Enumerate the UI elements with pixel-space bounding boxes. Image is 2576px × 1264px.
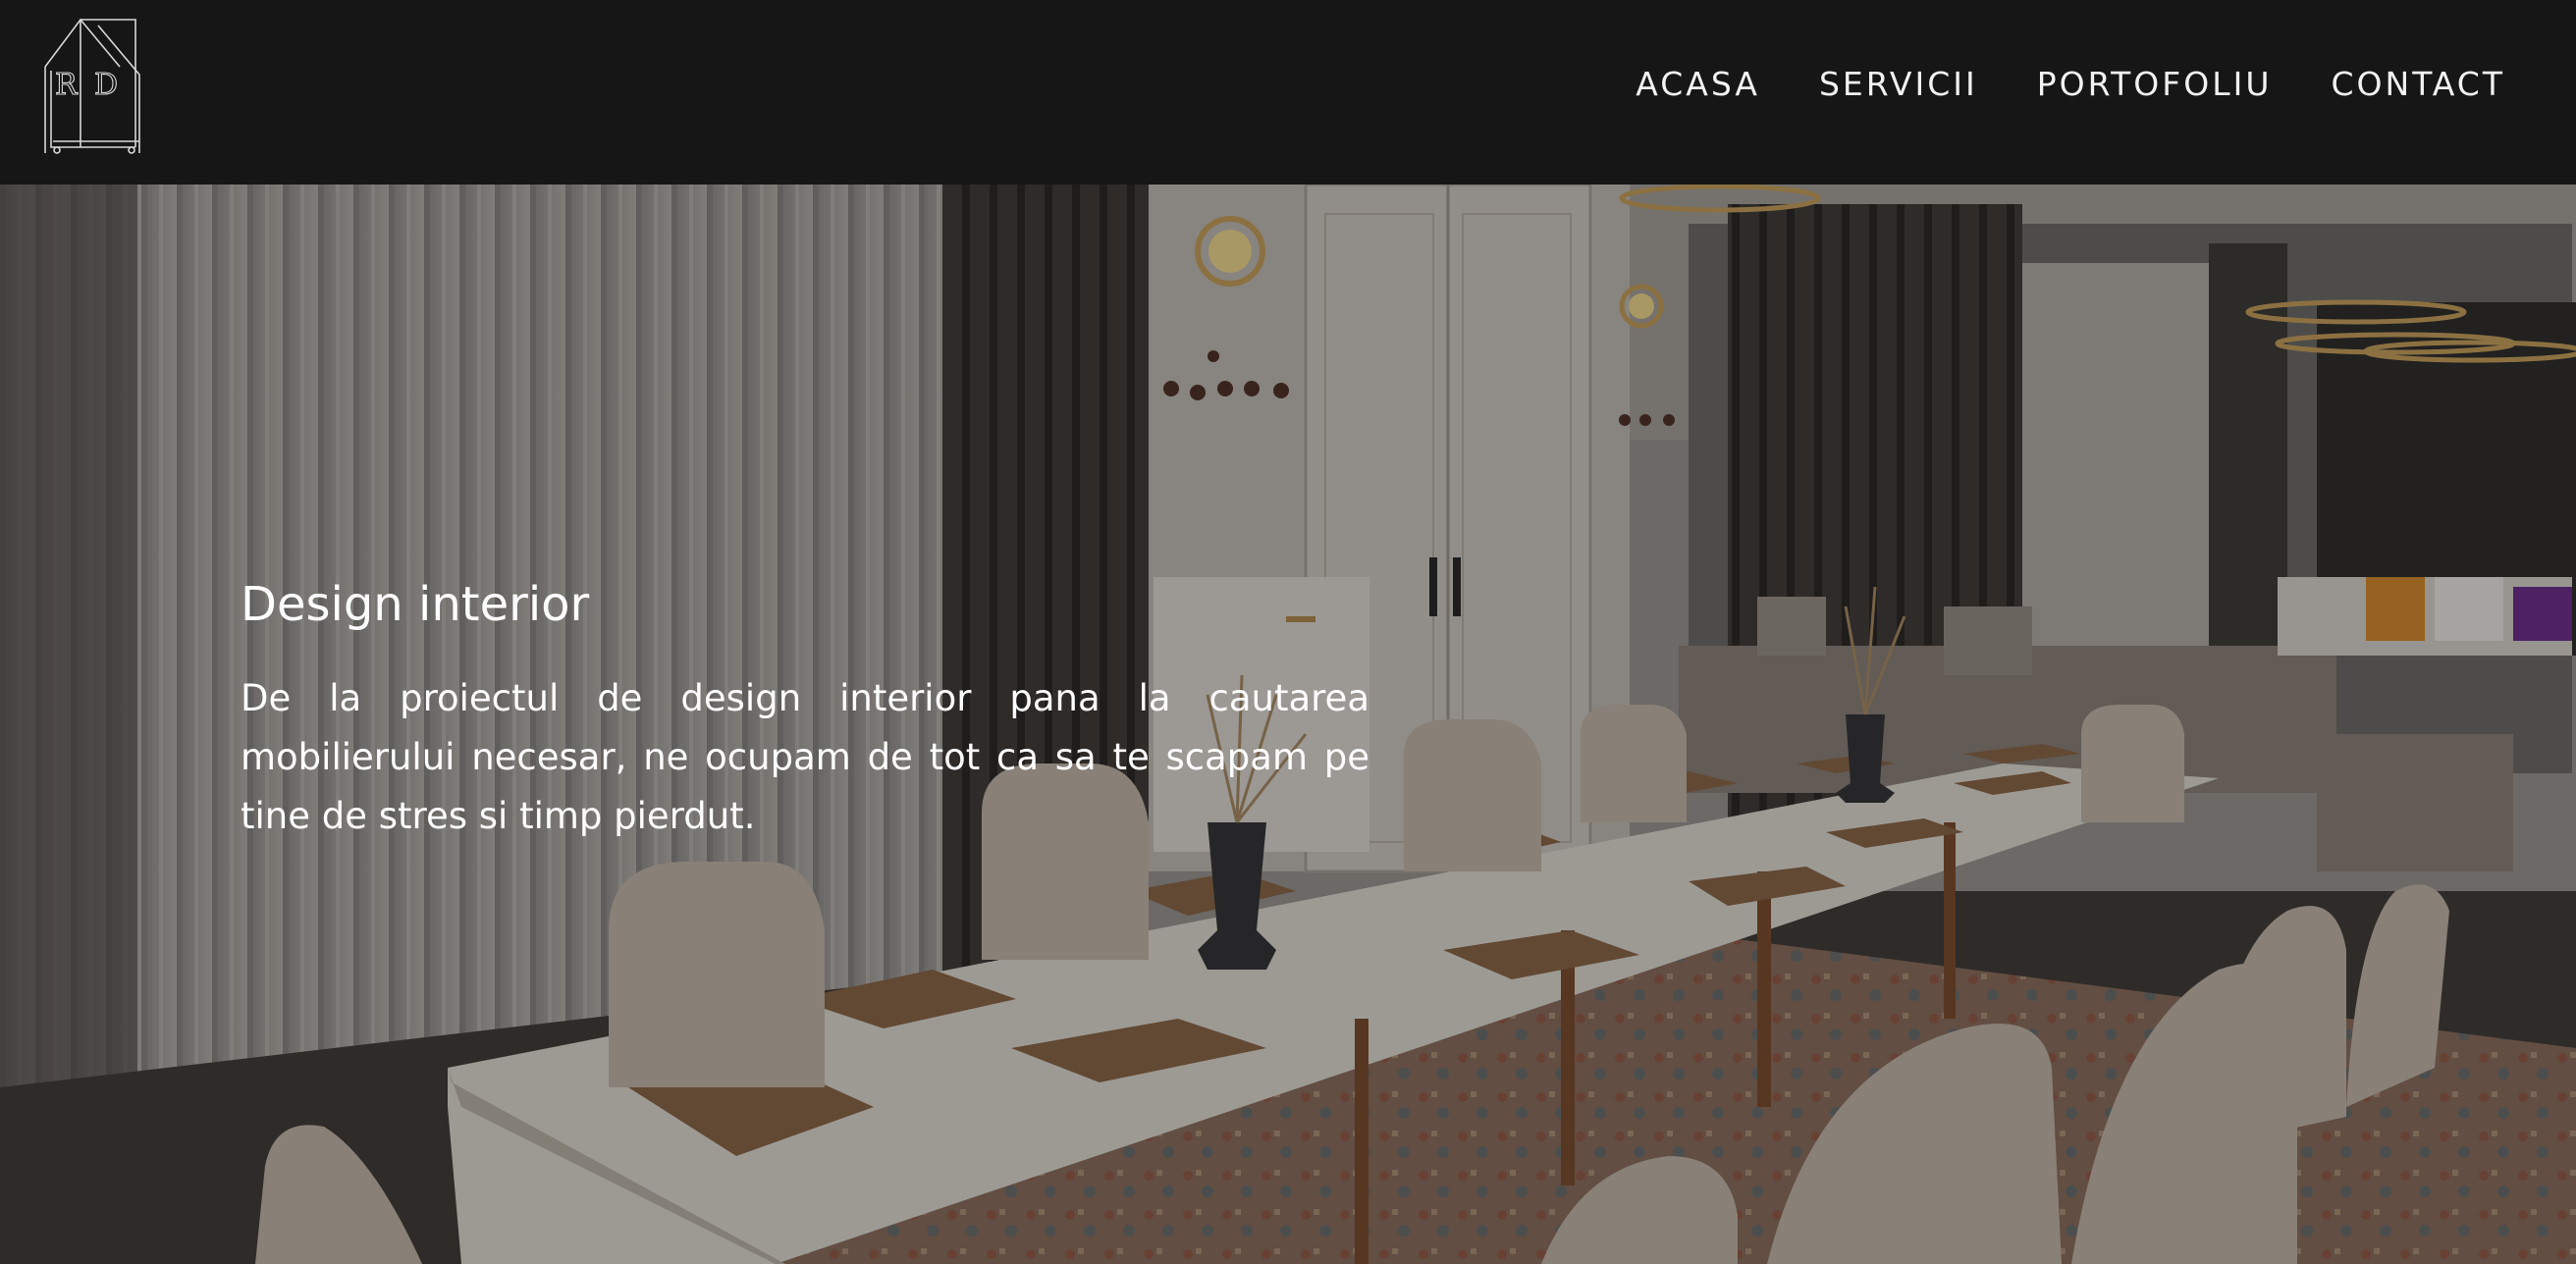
site-header: R D ACASA SERVICII PORTOFOLIU CONTACT (0, 0, 2576, 184)
nav-item-portofoliu[interactable]: PORTOFOLIU (2037, 65, 2273, 103)
svg-text:D: D (94, 68, 118, 102)
main-nav: ACASA SERVICII PORTOFOLIU CONTACT (1636, 65, 2505, 103)
nav-item-acasa[interactable]: ACASA (1636, 65, 1760, 103)
nav-item-servicii[interactable]: SERVICII (1819, 65, 1978, 103)
hero-title: Design interior (241, 577, 590, 632)
hero-section: Design interior De la proiectul de desig… (0, 184, 2576, 1264)
hero-content: Design interior De la proiectul de desig… (241, 577, 1369, 846)
rd-house-logo-icon: R D (44, 18, 140, 154)
nav-item-contact[interactable]: CONTACT (2332, 65, 2506, 103)
svg-text:R: R (55, 68, 79, 102)
hero-description: De la proiectul de design interior pana … (241, 677, 1369, 837)
